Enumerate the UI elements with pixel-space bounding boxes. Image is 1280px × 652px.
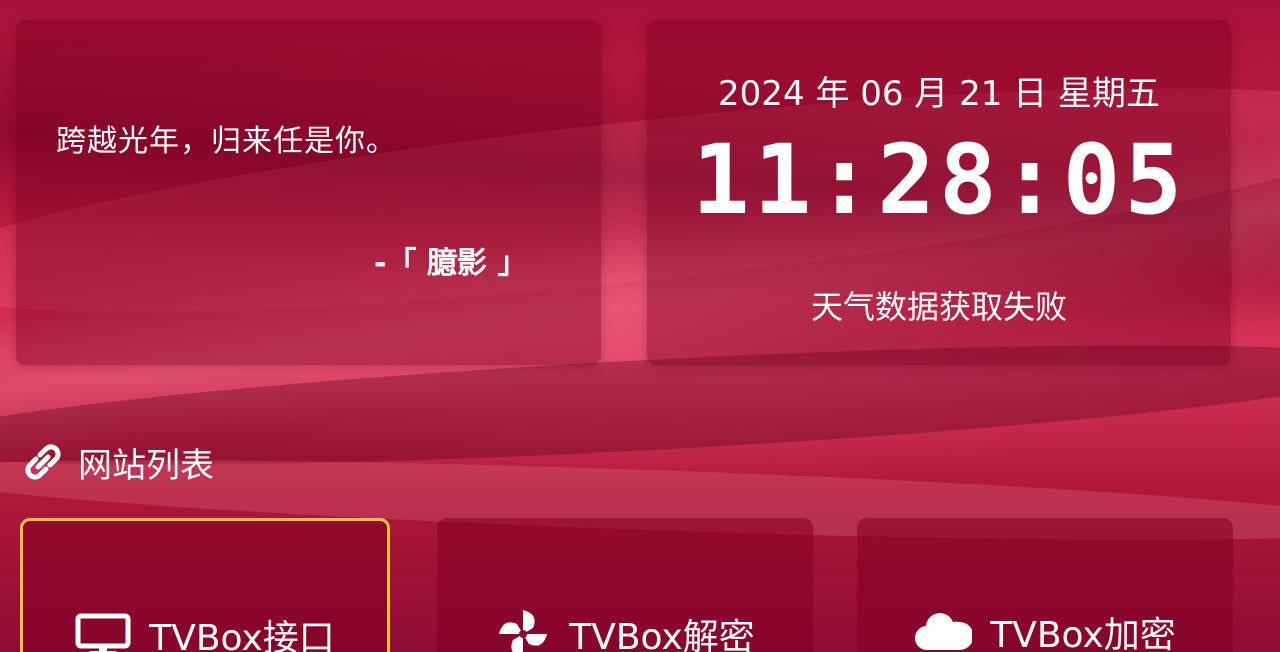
- pinwheel-icon: [495, 606, 551, 652]
- section-header: 网站列表: [22, 440, 214, 486]
- quote-author: -「 臆影 」: [374, 246, 528, 281]
- section-title: 网站列表: [78, 445, 214, 486]
- quote-card: 跨越光年，归来任是你。 -「 臆影 」: [16, 20, 601, 365]
- time-display: 11:28:05: [691, 124, 1187, 236]
- weather-status: 天气数据获取失败: [810, 288, 1067, 326]
- link-icon: [22, 441, 64, 483]
- date-display: 2024 年 06 月 21 日 星期五: [718, 74, 1160, 114]
- clock-card: 2024 年 06 月 21 日 星期五 11:28:05 天气数据获取失败: [647, 20, 1231, 365]
- tile-tvbox-encrypt[interactable]: TVBox加密: [857, 518, 1233, 652]
- cloud-icon: [914, 612, 973, 652]
- tile-tvbox-interface[interactable]: TVBox接口: [20, 518, 390, 652]
- tile-label: TVBox接口: [149, 618, 335, 652]
- tile-label: TVBox加密: [990, 615, 1176, 652]
- quote-text: 跨越光年，归来任是你。: [56, 124, 397, 159]
- tile-tvbox-decrypt[interactable]: TVBox解密: [437, 518, 813, 652]
- monitor-icon: [75, 613, 131, 652]
- tile-label: TVBox解密: [569, 617, 755, 652]
